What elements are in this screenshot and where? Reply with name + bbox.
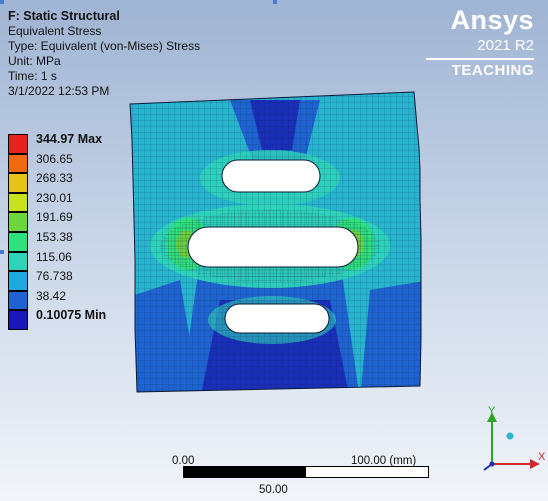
lower-slot-hole	[224, 303, 330, 334]
selection-top-marker	[273, 0, 277, 4]
y-axis-label: Y	[488, 405, 496, 417]
mesh-contour-plot[interactable]	[0, 0, 548, 501]
scale-mid-label: 50.00	[259, 484, 288, 496]
scale-bar-black-segment	[184, 467, 306, 477]
x-axis-label: X	[538, 451, 546, 463]
coordinate-triad[interactable]: Y X	[470, 404, 548, 474]
scale-bar	[183, 466, 429, 478]
middle-slot-hole	[187, 226, 359, 268]
upper-slot-hole	[221, 159, 321, 193]
selection-corner-marker	[0, 0, 4, 4]
selection-left-marker	[0, 250, 4, 254]
